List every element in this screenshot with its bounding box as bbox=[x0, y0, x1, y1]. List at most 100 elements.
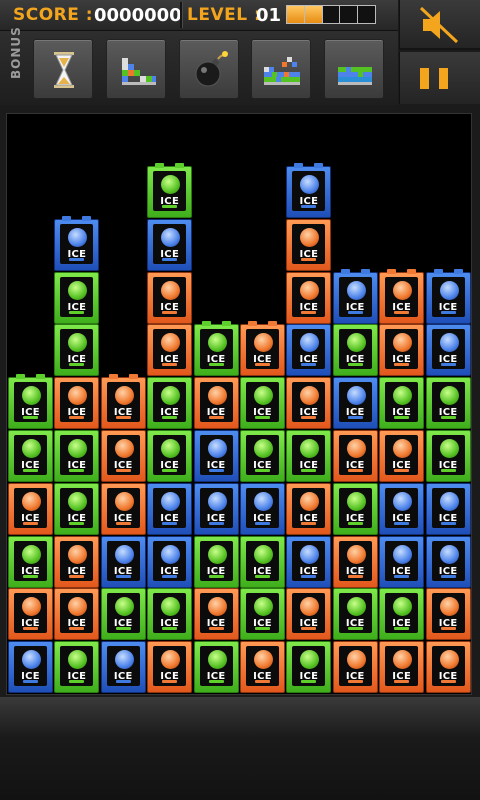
ice-block[interactable]: ICE bbox=[147, 163, 193, 218]
ice-block[interactable]: ICE bbox=[100, 588, 146, 641]
ice-block[interactable]: ICE bbox=[425, 268, 471, 324]
ice-block[interactable]: ICE bbox=[193, 482, 239, 535]
ice-block[interactable]: ICE bbox=[100, 374, 146, 430]
ice-block[interactable]: ICE bbox=[54, 641, 100, 694]
ice-block[interactable]: ICE bbox=[54, 430, 100, 482]
ice-block[interactable]: ICE bbox=[147, 588, 193, 641]
ice-block[interactable]: ICE bbox=[425, 588, 471, 641]
ice-block[interactable]: ICE bbox=[286, 641, 332, 694]
ice-block[interactable]: ICE bbox=[147, 377, 193, 430]
block-cap bbox=[340, 268, 350, 274]
ice-block[interactable]: ICE bbox=[100, 482, 146, 535]
ice-block[interactable]: ICE bbox=[54, 215, 100, 271]
bonus-bomb-button[interactable] bbox=[179, 39, 239, 99]
ice-block[interactable]: ICE bbox=[425, 324, 471, 377]
ice-block[interactable]: ICE bbox=[240, 482, 285, 535]
ice-block[interactable]: ICE bbox=[379, 641, 425, 694]
ice-block[interactable]: ICE bbox=[147, 218, 193, 271]
ice-block[interactable]: ICE bbox=[240, 641, 285, 694]
ice-block[interactable]: ICE bbox=[193, 588, 239, 641]
ice-block[interactable]: ICE bbox=[240, 377, 285, 430]
ice-block[interactable]: ICE bbox=[332, 535, 378, 588]
ice-block[interactable]: ICE bbox=[286, 324, 332, 377]
ice-block[interactable]: ICE bbox=[8, 430, 53, 482]
ice-block[interactable]: ICE bbox=[100, 430, 146, 482]
block-strip bbox=[394, 627, 410, 631]
ice-block[interactable]: ICE bbox=[54, 588, 100, 641]
block-face: ICE bbox=[292, 435, 326, 475]
ice-block[interactable]: ICE bbox=[54, 482, 100, 535]
ice-block[interactable]: ICE bbox=[332, 324, 378, 377]
bonus-hourglass-button[interactable] bbox=[33, 39, 93, 99]
ice-block[interactable]: ICE bbox=[286, 588, 332, 641]
bonus-tetris-button[interactable] bbox=[106, 39, 166, 99]
ice-block[interactable]: ICE bbox=[425, 377, 471, 430]
ice-block[interactable]: ICE bbox=[8, 374, 53, 430]
ice-block[interactable]: ICE bbox=[379, 535, 425, 588]
hud-divider bbox=[180, 2, 183, 28]
ice-block[interactable]: ICE bbox=[193, 535, 239, 588]
ice-block[interactable]: ICE bbox=[54, 535, 100, 588]
ice-block[interactable]: ICE bbox=[286, 482, 332, 535]
ice-block[interactable]: ICE bbox=[8, 482, 53, 535]
ice-block[interactable]: ICE bbox=[286, 430, 332, 482]
ice-block[interactable]: ICE bbox=[193, 430, 239, 482]
ice-block[interactable]: ICE bbox=[147, 535, 193, 588]
ice-block[interactable]: ICE bbox=[286, 535, 332, 588]
ice-block[interactable]: ICE bbox=[425, 535, 471, 588]
ice-block[interactable]: ICE bbox=[332, 588, 378, 641]
ice-block[interactable]: ICE bbox=[425, 430, 471, 482]
ice-block[interactable]: ICE bbox=[379, 430, 425, 482]
ice-block[interactable]: ICE bbox=[286, 271, 332, 324]
ice-block[interactable]: ICE bbox=[286, 377, 332, 430]
ice-block[interactable]: ICE bbox=[100, 535, 146, 588]
ice-block[interactable]: ICE bbox=[332, 268, 378, 324]
ice-block[interactable]: ICE bbox=[147, 271, 193, 324]
block-orb-icon bbox=[439, 597, 459, 617]
ice-block[interactable]: ICE bbox=[240, 588, 285, 641]
ice-block[interactable]: ICE bbox=[379, 588, 425, 641]
ice-block[interactable]: ICE bbox=[147, 482, 193, 535]
block-strip bbox=[208, 680, 224, 684]
block-strip bbox=[115, 469, 131, 472]
mute-button[interactable] bbox=[399, 0, 480, 50]
ice-block[interactable]: ICE bbox=[379, 482, 425, 535]
ice-block[interactable]: ICE bbox=[286, 218, 332, 271]
block-strip bbox=[301, 363, 317, 367]
ice-block[interactable]: ICE bbox=[54, 377, 100, 430]
game-board[interactable]: ICE ICE ICE ICE ICE ICE ICE ICE ICE ICE ICE ICE ICE I… bbox=[6, 113, 472, 695]
ice-block[interactable]: ICE bbox=[193, 641, 239, 694]
ice-block[interactable]: ICE bbox=[147, 324, 193, 377]
block-orb-icon bbox=[114, 491, 134, 511]
ice-block[interactable]: ICE bbox=[332, 482, 378, 535]
ice-block[interactable]: ICE bbox=[147, 430, 193, 482]
ice-block[interactable]: ICE bbox=[100, 641, 146, 694]
block-strip bbox=[69, 363, 85, 367]
ice-block[interactable]: ICE bbox=[193, 377, 239, 430]
ice-block[interactable]: ICE bbox=[193, 321, 239, 377]
ice-block[interactable]: ICE bbox=[425, 641, 471, 694]
ice-block[interactable]: ICE bbox=[425, 482, 471, 535]
ice-block[interactable]: ICE bbox=[8, 588, 53, 641]
ice-block[interactable]: ICE bbox=[54, 271, 100, 324]
ice-block[interactable]: ICE bbox=[147, 641, 193, 694]
block-orb-icon bbox=[68, 544, 88, 564]
block-orb-icon bbox=[114, 597, 134, 617]
mixed-blocks-icon bbox=[264, 57, 300, 85]
ice-block[interactable]: ICE bbox=[54, 324, 100, 377]
ice-block[interactable]: ICE bbox=[8, 641, 53, 694]
ice-block[interactable]: ICE bbox=[240, 321, 285, 377]
ice-block[interactable]: ICE bbox=[379, 268, 425, 324]
ice-block[interactable]: ICE bbox=[240, 535, 285, 588]
ice-block[interactable]: ICE bbox=[379, 324, 425, 377]
ice-block[interactable]: ICE bbox=[332, 641, 378, 694]
ice-block[interactable]: ICE bbox=[332, 430, 378, 482]
bonus-mixed-button[interactable] bbox=[251, 39, 311, 99]
ice-block[interactable]: ICE bbox=[8, 535, 53, 588]
pause-button[interactable] bbox=[399, 52, 480, 104]
ice-block[interactable]: ICE bbox=[332, 377, 378, 430]
ice-block[interactable]: ICE bbox=[379, 377, 425, 430]
bonus-wall-button[interactable] bbox=[324, 39, 384, 99]
ice-block[interactable]: ICE bbox=[240, 430, 285, 482]
ice-block[interactable]: ICE bbox=[286, 163, 332, 218]
